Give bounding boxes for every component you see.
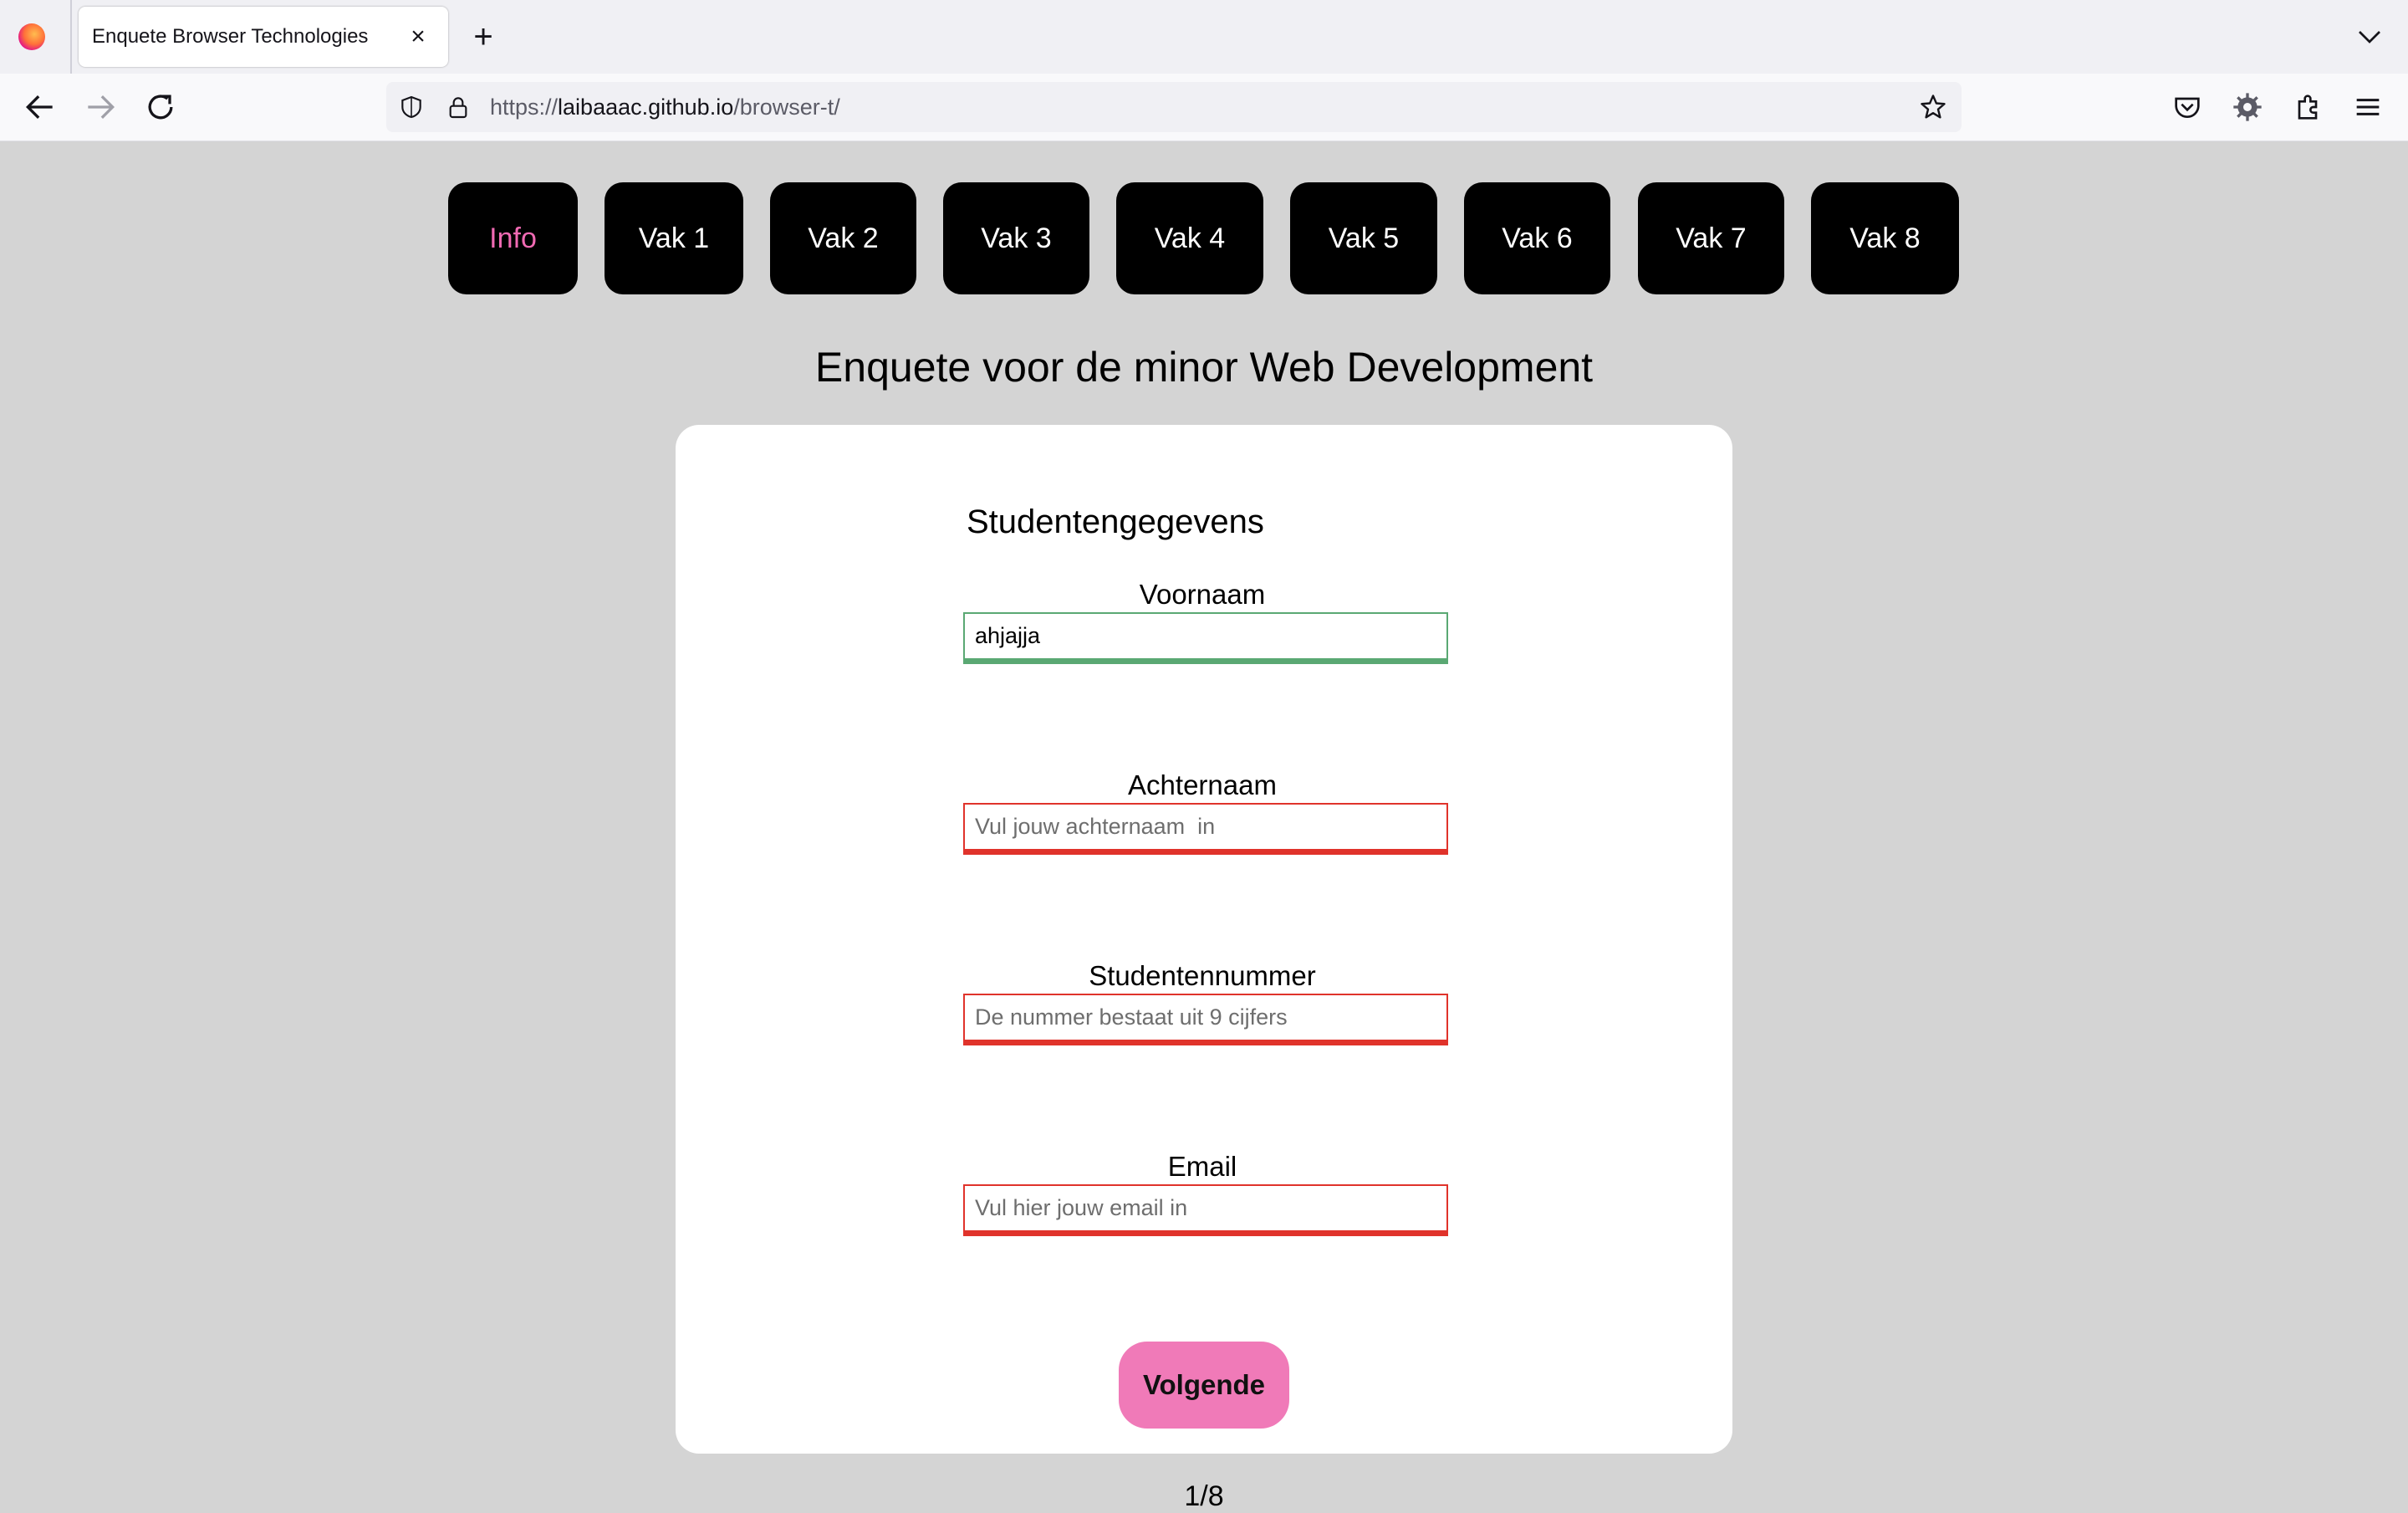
nav-item-vak-3[interactable]: Vak 3 <box>943 182 1089 294</box>
url-path: /browser-t/ <box>733 95 840 120</box>
last-name-label: Achternaam <box>1128 769 1277 800</box>
chevron-down-icon[interactable] <box>2354 22 2385 52</box>
nav-item-vak-1[interactable]: Vak 1 <box>605 182 743 294</box>
firefox-logo-icon[interactable] <box>18 23 45 50</box>
student-form-card: Studentengegevens Voornaam Achternaam St… <box>676 425 1732 1454</box>
extension-gear-icon[interactable] <box>2231 90 2264 124</box>
url-protocol: https:// <box>490 95 559 120</box>
email-input[interactable] <box>963 1184 1448 1236</box>
lock-icon[interactable] <box>445 94 472 120</box>
nav-item-info[interactable]: Info <box>448 182 578 294</box>
bookmark-star-icon[interactable] <box>1918 92 1948 122</box>
first-name-label: Voornaam <box>1139 579 1266 610</box>
forward-arrow-icon[interactable] <box>82 89 119 125</box>
tab-separator <box>70 0 72 74</box>
nav-item-vak-8[interactable]: Vak 8 <box>1811 182 1959 294</box>
browser-tab-strip: Enquete Browser Technologies × + <box>0 0 2408 74</box>
student-number-input[interactable] <box>963 994 1448 1045</box>
nav-item-vak-4[interactable]: Vak 4 <box>1116 182 1263 294</box>
section-title: Studentengegevens <box>967 503 1264 540</box>
student-number-label: Studentennummer <box>1089 960 1316 991</box>
close-tab-icon[interactable]: × <box>403 22 433 52</box>
nav-item-vak-7[interactable]: Vak 7 <box>1638 182 1784 294</box>
url-text[interactable]: https://laibaaac.github.io/browser-t/ <box>490 82 840 132</box>
email-label: Email <box>1167 1151 1237 1182</box>
browser-tab-active[interactable]: Enquete Browser Technologies × <box>79 7 448 67</box>
url-bar[interactable]: https://laibaaac.github.io/browser-t/ <box>386 82 1962 132</box>
next-button[interactable]: Volgende <box>1119 1342 1289 1429</box>
nav-item-vak-6[interactable]: Vak 6 <box>1464 182 1610 294</box>
extensions-puzzle-icon[interactable] <box>2291 90 2324 124</box>
new-tab-icon[interactable]: + <box>467 20 500 54</box>
last-name-input[interactable] <box>963 803 1448 855</box>
first-name-input[interactable] <box>963 612 1448 664</box>
menu-hamburger-icon[interactable] <box>2351 90 2385 124</box>
back-arrow-icon[interactable] <box>22 89 59 125</box>
url-host: laibaaac.github.io <box>558 95 734 120</box>
survey-nav: Info Vak 1 Vak 2 Vak 3 Vak 4 Vak 5 Vak 6… <box>0 182 2408 294</box>
reload-icon[interactable] <box>142 89 179 125</box>
tab-title: Enquete Browser Technologies <box>92 25 369 48</box>
browser-toolbar: https://laibaaac.github.io/browser-t/ <box>0 74 2408 141</box>
nav-item-vak-2[interactable]: Vak 2 <box>770 182 916 294</box>
shield-icon[interactable] <box>398 94 425 120</box>
page-title: Enquete voor de minor Web Development <box>814 344 1594 391</box>
page-indicator: 1/8 <box>1184 1480 1224 1512</box>
pocket-icon[interactable] <box>2171 90 2204 124</box>
nav-item-vak-5[interactable]: Vak 5 <box>1290 182 1437 294</box>
